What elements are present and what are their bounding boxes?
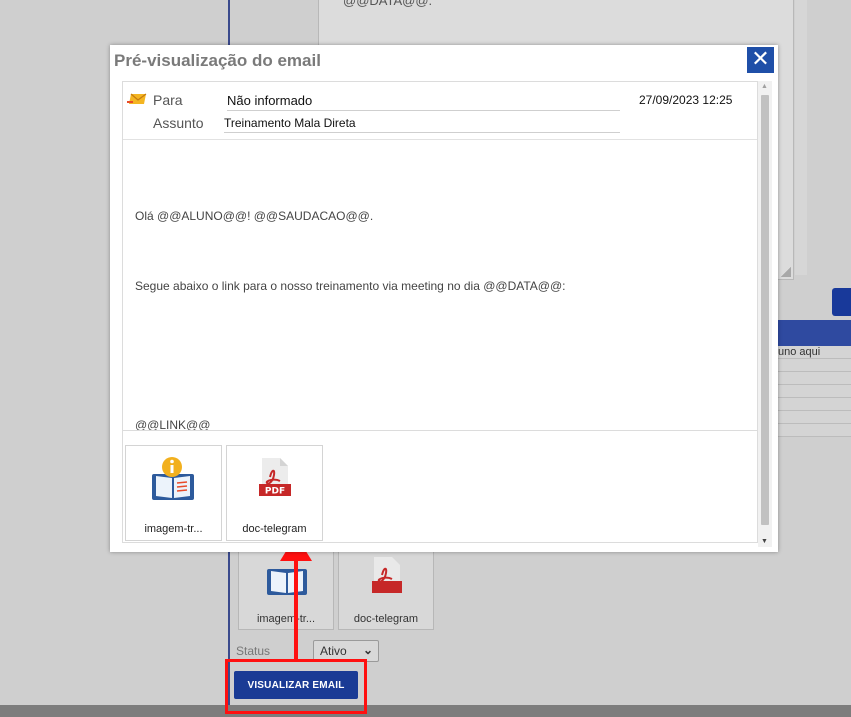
attachment-name: imagem-tr... xyxy=(144,523,203,535)
close-button[interactable]: ✕ xyxy=(747,47,774,73)
background-scrollbar[interactable] xyxy=(795,0,807,275)
attachments-area: imagem-tr... PDF doc-telegram xyxy=(123,430,757,542)
table-row[interactable] xyxy=(778,372,851,385)
table-row[interactable] xyxy=(778,424,851,437)
table-row[interactable] xyxy=(778,411,851,424)
table-row[interactable] xyxy=(778,359,851,372)
status-selected-value: Ativo xyxy=(320,644,347,658)
to-value: Não informado xyxy=(227,93,620,111)
modal-scrollbar[interactable]: ▲ ▼ xyxy=(758,81,772,547)
attachment-tile[interactable]: imagem-tr... xyxy=(125,445,222,541)
email-date: 27/09/2023 12:25 xyxy=(639,93,733,107)
to-label: Para xyxy=(153,92,183,108)
modal-title: Pré-visualização do email xyxy=(114,51,321,70)
annotation-highlight-box xyxy=(225,659,367,714)
scroll-down-icon[interactable]: ▼ xyxy=(761,538,768,545)
chevron-down-icon: ⌄ xyxy=(362,643,373,657)
status-label: Status xyxy=(236,644,271,658)
email-preview-modal: Pré-visualização do email ✕ Para Não inf… xyxy=(110,45,778,552)
attachment-name: doc-telegram xyxy=(242,523,307,535)
annotation-arrow-icon xyxy=(280,535,312,661)
background-table-header xyxy=(778,320,851,346)
background-footer-strip xyxy=(0,705,851,717)
attachment-name: doc-telegram xyxy=(353,613,419,625)
email-body-line: Segue abaixo o link para o nosso treinam… xyxy=(135,279,566,293)
attachment-tile[interactable]: PDF doc-telegram xyxy=(226,445,323,541)
background-add-button[interactable] xyxy=(832,288,851,316)
table-row[interactable] xyxy=(778,385,851,398)
subject-value: Treinamento Mala Direta xyxy=(224,116,620,133)
envelope-icon xyxy=(127,93,147,104)
pdf-icon: PDF xyxy=(259,458,291,497)
table-cell: uno aqui xyxy=(778,346,821,358)
table-row[interactable]: uno aqui xyxy=(778,346,851,359)
email-header: Para Não informado Assunto Treinamento M… xyxy=(123,82,757,140)
table-row[interactable] xyxy=(778,398,851,411)
email-body-line: Olá @@ALUNO@@! @@SAUDACAO@@. xyxy=(135,209,374,223)
pdf-badge-text: PDF xyxy=(265,487,285,497)
scroll-up-icon[interactable]: ▲ xyxy=(761,83,768,90)
pdf-icon xyxy=(372,557,402,593)
resize-handle-icon[interactable] xyxy=(781,267,791,277)
book-info-icon xyxy=(152,457,194,500)
subject-label: Assunto xyxy=(153,115,204,131)
email-preview-content: Para Não informado Assunto Treinamento M… xyxy=(122,81,758,543)
scroll-thumb[interactable] xyxy=(761,95,769,525)
background-attachment-tile[interactable]: doc-telegram xyxy=(338,548,434,630)
background-editor-text: @@DATA@@. xyxy=(343,0,433,8)
